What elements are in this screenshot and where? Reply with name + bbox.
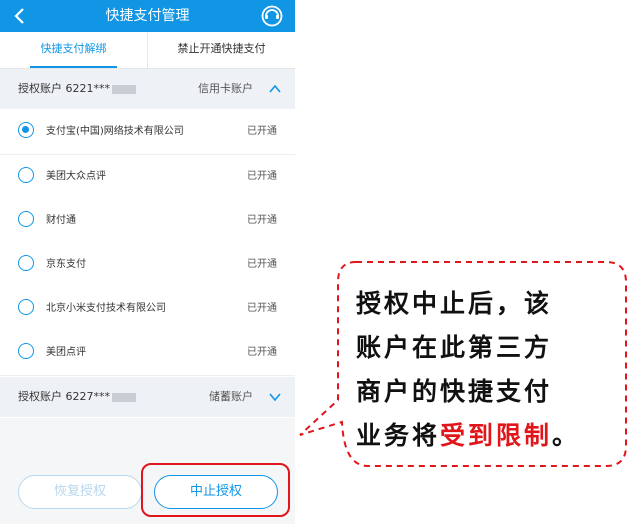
merchant-row[interactable]: 支付宝(中国)网络技术有限公司 已开通 <box>0 110 295 155</box>
radio-button[interactable] <box>18 255 34 271</box>
customer-service-icon[interactable] <box>261 5 283 27</box>
title-bar: 快捷支付管理 <box>0 0 295 32</box>
merchant-name: 美团点评 <box>46 347 86 358</box>
tab-quick-pay-unbind[interactable]: 快捷支付解绑 <box>0 32 147 68</box>
chevron-up-icon[interactable] <box>269 83 281 95</box>
callout-line: 授权中止后，该 <box>356 289 553 318</box>
phone-screen: 快捷支付管理 快捷支付解绑 禁止开通快捷支付 授权账户 6221*** 信用卡账… <box>0 0 295 524</box>
radio-button[interactable] <box>18 299 34 315</box>
merchant-status: 已开通 <box>247 347 277 358</box>
merchant-row[interactable]: 美团点评 已开通 <box>0 331 295 376</box>
page-title: 快捷支付管理 <box>105 8 190 24</box>
account-row-credit[interactable]: 授权账户 6221*** 信用卡账户 <box>0 69 295 109</box>
merchant-status: 已开通 <box>247 259 277 270</box>
merchant-name: 支付宝(中国)网络技术有限公司 <box>46 126 184 137</box>
merchant-name: 美团大众点评 <box>46 171 106 182</box>
masked-digits <box>112 392 136 402</box>
account-row-savings[interactable]: 授权账户 6227*** 储蓄账户 <box>0 377 295 417</box>
back-arrow-icon[interactable] <box>8 4 32 28</box>
account-label: 授权账户 6227*** <box>18 377 136 417</box>
callout-text: 授权中止后，该 账户在此第三方 商户的快捷支付 业务将受到限制。 <box>356 282 616 458</box>
merchant-row[interactable]: 京东支付 已开通 <box>0 243 295 288</box>
callout-emphasis: 受到限制 <box>440 421 553 450</box>
radio-button[interactable] <box>18 167 34 183</box>
account-type: 信用卡账户 <box>198 82 253 95</box>
merchant-name: 北京小米支付技术有限公司 <box>46 303 166 314</box>
radio-button[interactable] <box>18 211 34 227</box>
chevron-down-icon[interactable] <box>269 391 281 403</box>
merchant-status: 已开通 <box>247 215 277 226</box>
merchant-status: 已开通 <box>247 303 277 314</box>
callout-line: 商户的快捷支付 <box>356 377 553 406</box>
callout-line: 业务将受到限制。 <box>356 421 581 450</box>
merchant-name: 京东支付 <box>46 259 86 270</box>
radio-button[interactable] <box>18 343 34 359</box>
tab-forbid-quick-pay[interactable]: 禁止开通快捷支付 <box>147 32 295 68</box>
merchant-row[interactable]: 北京小米支付技术有限公司 已开通 <box>0 287 295 332</box>
radio-button[interactable] <box>18 122 34 138</box>
callout-line: 账户在此第三方 <box>356 333 553 362</box>
merchant-name: 财付通 <box>46 215 76 226</box>
account-type: 储蓄账户 <box>209 390 253 403</box>
tab-bar: 快捷支付解绑 禁止开通快捷支付 <box>0 32 295 69</box>
merchant-row[interactable]: 财付通 已开通 <box>0 199 295 244</box>
restore-authorization-button[interactable]: 恢复授权 <box>18 475 142 509</box>
account-label: 授权账户 6221*** <box>18 69 136 109</box>
merchant-status: 已开通 <box>247 171 277 182</box>
merchant-status: 已开通 <box>247 126 277 137</box>
highlight-box <box>141 463 290 517</box>
masked-digits <box>112 84 136 94</box>
merchant-row[interactable]: 美团大众点评 已开通 <box>0 155 295 200</box>
